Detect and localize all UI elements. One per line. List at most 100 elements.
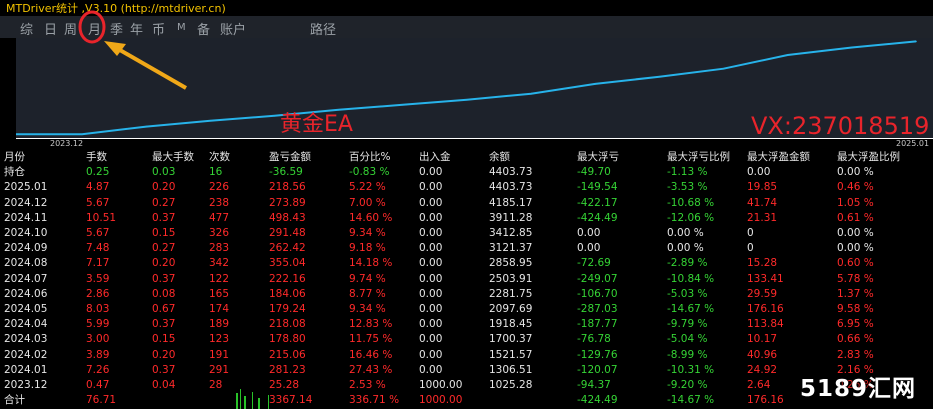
tab-2[interactable]: 日 — [44, 19, 57, 38]
table-row: 持仓 0.25 0.03 16 -36.59 -0.83 % 0.00 4403.73 -49.… — [4, 165, 927, 180]
table-cell: -0.83 % — [349, 166, 390, 179]
table-cell: 16 — [209, 166, 223, 179]
data-point-2023.12 — [81, 133, 83, 136]
table-cell: -49.70 — [577, 166, 611, 179]
table-cell: 5.67 — [86, 227, 110, 240]
table-cell: 0.00 — [419, 272, 443, 285]
table-cell: 0.00 — [419, 242, 443, 255]
data-point-2025.01 — [915, 40, 917, 43]
table-row: 2024.09 7.48 0.27 283 262.42 9.18 % 0.00 3121.3… — [4, 241, 927, 256]
data-point-2024.06 — [466, 99, 468, 101]
table-row: 2024.08 7.17 0.20 342 355.04 14.18 % 0.00 2858.… — [4, 256, 927, 271]
table-cell: 273.89 — [269, 196, 306, 209]
table-cell: 0.00 — [419, 211, 443, 224]
table-cell: 176.16 — [747, 303, 784, 316]
table-cell: 0.00 — [577, 242, 601, 255]
table-cell: 1521.57 — [489, 348, 533, 361]
table-cell: 2858.95 — [489, 257, 533, 270]
x-axis-start-label: 2023.12 — [50, 139, 84, 148]
table-cell: -72.69 — [577, 257, 611, 270]
table-cell: 3412.85 — [489, 227, 533, 240]
table-row: 2024.05 8.03 0.67 174 179.24 9.34 % 0.00 2097.6… — [4, 302, 927, 317]
monthly-stats-table: 月份 手数 最大手数 次数 盈亏金额 百分比% 出入金 余额 最大浮亏 最大浮亏比例 最大浮盈金额 最… — [4, 150, 927, 408]
table-cell: 7.00 % — [349, 196, 386, 209]
tab-3[interactable]: 周 — [64, 19, 77, 38]
tab-10[interactable]: 账户 — [220, 19, 246, 38]
data-point-2024.09 — [658, 75, 661, 78]
table-cell: 14.60 % — [349, 211, 393, 224]
table-cell: 0 — [747, 227, 754, 240]
table-cell: 0.00 % — [667, 227, 704, 240]
tab-7[interactable]: 币 — [152, 19, 165, 38]
table-cell: 3121.37 — [489, 242, 533, 255]
table-cell: 218.56 — [269, 181, 306, 194]
table-cell: 0.15 — [152, 227, 176, 240]
column-header: 出入金 — [419, 151, 451, 163]
table-cell: 0.03 — [152, 166, 176, 179]
table-cell: 8.77 % — [349, 287, 386, 300]
table-cell: 7.26 — [86, 363, 110, 376]
tab-1[interactable]: 综 — [20, 19, 33, 38]
data-point-2024.08 — [594, 83, 596, 85]
table-cell: 165 — [209, 287, 230, 300]
tab-6[interactable]: 年 — [130, 19, 143, 38]
table-cell: 191 — [209, 348, 230, 361]
column-header: 最大浮盈比例 — [837, 151, 900, 163]
table-cell: 8.03 — [86, 303, 110, 316]
annotation-gold-ea: 黄金EA — [280, 112, 353, 137]
table-cell: 0.15 — [152, 333, 176, 346]
table-cell: 14.18 % — [349, 257, 393, 270]
table-cell: 1000.00 — [419, 394, 463, 407]
table-cell: 3.89 — [86, 348, 110, 361]
tab-bar: 综日周月季年币 M 备账户 路径 — [0, 16, 933, 38]
table-cell: 2024.01 — [4, 363, 48, 376]
table-cell: -1.13 % — [667, 166, 708, 179]
table-cell: -120.07 — [577, 363, 618, 376]
table-cell: 19.85 — [747, 181, 778, 194]
table-cell: 0.00 % — [667, 242, 704, 255]
data-point-2024.07 — [530, 92, 532, 95]
table-cell: -3.53 % — [667, 181, 708, 194]
tab-4[interactable]: 月 — [88, 19, 101, 38]
table-cell: 174 — [209, 303, 230, 316]
table-cell: 1025.28 — [489, 379, 533, 392]
table-cell: 2025.01 — [4, 181, 48, 194]
table-cell: 326 — [209, 227, 230, 240]
tab-8[interactable]: M — [177, 22, 186, 33]
table-cell: 2024.02 — [4, 348, 48, 361]
column-header: 盈亏金额 — [269, 151, 311, 163]
table-cell: 123 — [209, 333, 230, 346]
tab-11[interactable]: 路径 — [310, 19, 336, 38]
table-cell: -12.06 % — [667, 211, 715, 224]
table-cell: 218.08 — [269, 318, 306, 331]
table-cell: 0.00 — [419, 333, 443, 346]
table-cell: 27.43 % — [349, 363, 393, 376]
table-cell: 2024.05 — [4, 303, 48, 316]
table-cell: 179.24 — [269, 303, 306, 316]
table-cell: 291.48 — [269, 227, 306, 240]
data-point-2024.05 — [402, 104, 404, 106]
table-header-row: 月份 手数 最大手数 次数 盈亏金额 百分比% 出入金 余额 最大浮亏 最大浮亏比例 最大浮盈金额 最… — [4, 150, 927, 165]
table-cell: 0.00 — [577, 227, 601, 240]
table-cell: -10.31 % — [667, 363, 715, 376]
table-cell: 355.04 — [269, 257, 306, 270]
table-cell: 5.99 — [86, 318, 110, 331]
tab-9[interactable]: 备 — [197, 19, 210, 38]
table-cell: 4403.73 — [489, 166, 533, 179]
table-cell: -8.99 % — [667, 348, 708, 361]
table-cell: -2.89 % — [667, 257, 708, 270]
table-cell: 10.51 — [86, 211, 117, 224]
data-point-2024.12 — [851, 46, 853, 49]
table-cell: 合计 — [4, 394, 25, 407]
table-row: 2024.10 5.67 0.15 326 291.48 9.34 % 0.00 3412.8… — [4, 226, 927, 241]
table-cell: 133.41 — [747, 272, 784, 285]
tab-5[interactable]: 季 — [110, 19, 123, 38]
table-cell: 283 — [209, 242, 230, 255]
column-header: 月份 — [4, 151, 25, 163]
table-cell: 262.42 — [269, 242, 306, 255]
table-row: 2025.01 4.87 0.20 226 218.56 5.22 % 0.00 4403.7… — [4, 180, 927, 195]
table-cell: 0.00 % — [837, 166, 874, 179]
table-cell: 122 — [209, 272, 230, 285]
table-cell: 342 — [209, 257, 230, 270]
table-cell: 2281.75 — [489, 287, 533, 300]
